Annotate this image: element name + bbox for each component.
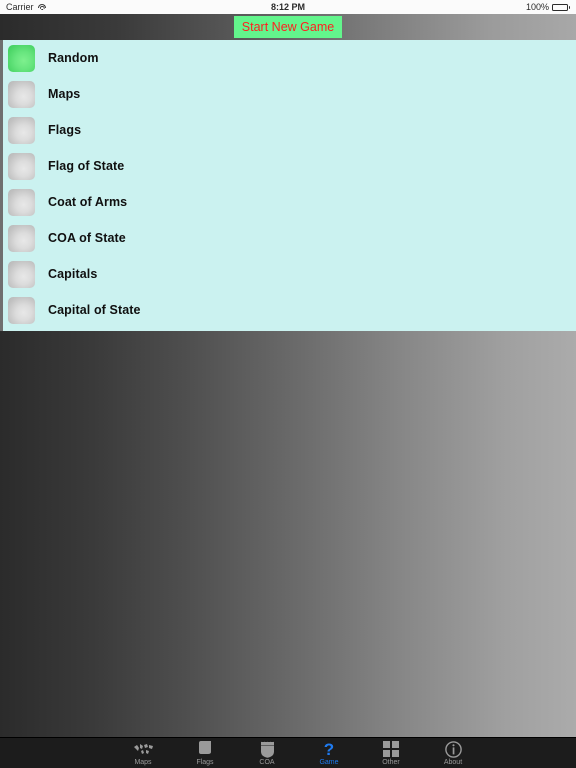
battery-icon — [552, 3, 570, 11]
list-item[interactable]: COA of State — [3, 220, 576, 256]
list-item-swatch — [8, 80, 35, 108]
status-bar-clock: 8:12 PM — [270, 2, 305, 12]
list-item-label: Coat of Arms — [48, 195, 128, 209]
tab-bar-spacer — [0, 738, 112, 768]
list-item-swatch — [8, 224, 35, 252]
navigation-bar: Start New Game — [0, 14, 576, 40]
battery-percent-label: 100% — [525, 2, 549, 12]
shield-icon — [260, 741, 275, 758]
list-item-label: Capital of State — [48, 303, 141, 317]
flag-icon — [198, 741, 212, 758]
list-item-swatch-selected — [8, 44, 35, 72]
tab-label: Other — [382, 758, 400, 766]
list-item[interactable]: Maps — [3, 76, 576, 112]
status-bar-right: 100% — [526, 2, 570, 12]
list-item-label: Flag of State — [48, 159, 125, 173]
status-bar: Carrier 8:12 PM 100% — [0, 0, 576, 14]
tab-about[interactable]: About — [422, 738, 484, 768]
tab-game[interactable]: ? Game — [298, 738, 360, 768]
tab-bar: Maps Flags COA? Game Other About — [0, 737, 576, 768]
list-item-label: Random — [48, 51, 99, 65]
tab-label: About — [443, 758, 463, 766]
tab-label: Game — [319, 758, 339, 766]
app-screen: Carrier 8:12 PM 100% Start New Game Rand… — [0, 0, 576, 768]
tab-coa[interactable]: COA — [236, 738, 298, 768]
content-area — [0, 331, 576, 737]
game-mode-list: Random Maps Flags Flag of State Coat of Arms… — [0, 40, 576, 331]
grid-squares-icon — [383, 741, 399, 758]
start-new-game-button[interactable]: Start New Game — [233, 15, 343, 39]
tab-maps[interactable]: Maps — [112, 738, 174, 768]
info-circle-icon — [444, 740, 462, 758]
list-item[interactable]: Capital of State — [3, 292, 576, 328]
list-item-swatch — [8, 260, 35, 288]
list-item[interactable]: Capitals — [3, 256, 576, 292]
list-item[interactable]: Random — [3, 40, 576, 76]
list-item[interactable]: Coat of Arms — [3, 184, 576, 220]
world-map-icon — [133, 741, 153, 758]
list-item-label: Maps — [48, 87, 81, 101]
tab-other[interactable]: Other — [360, 738, 422, 768]
tab-label: Maps — [134, 758, 152, 766]
list-item-swatch — [8, 296, 35, 324]
list-item[interactable]: Flag of State — [3, 148, 576, 184]
list-item[interactable]: Flags — [3, 112, 576, 148]
list-item-label: Capitals — [48, 267, 98, 281]
list-item-label: Flags — [48, 123, 82, 137]
tab-label: Flags — [196, 758, 214, 766]
list-item-swatch — [8, 116, 35, 144]
question-mark-icon: ? — [323, 739, 335, 759]
list-item-swatch — [8, 152, 35, 180]
tab-label: COA — [259, 758, 275, 766]
list-item-label: COA of State — [48, 231, 126, 245]
list-item-swatch — [8, 188, 35, 216]
tab-flags[interactable]: Flags — [174, 738, 236, 768]
